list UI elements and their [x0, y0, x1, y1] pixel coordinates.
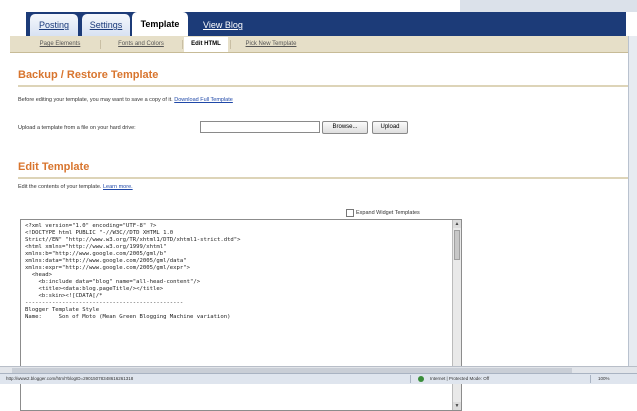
upload-label: Upload a template from a file on your ha… — [18, 125, 136, 131]
expand-widget-templates-checkbox[interactable] — [346, 209, 354, 217]
internet-zone-globe-icon — [418, 376, 424, 382]
tab-settings[interactable]: Settings — [82, 14, 130, 36]
code-line: xmlns:b="http://www.google.com/2005/gml/… — [25, 251, 167, 257]
code-line: xmlns:expr="http://www.google.com/2005/g… — [25, 265, 191, 271]
subtab-divider — [230, 40, 231, 49]
edit-intro-text: Edit the contents of your template. — [18, 184, 102, 190]
backup-intro-text: Before editing your template, you may wa… — [18, 97, 173, 103]
template-editor-page: Backup / Restore Template Before editing… — [10, 53, 635, 411]
code-line: ----------------------------------------… — [25, 300, 184, 306]
section-divider — [18, 177, 628, 179]
code-line: <b:skin><![CDATA[/* — [25, 293, 103, 299]
subtab-edit-html[interactable]: Edit HTML — [184, 37, 228, 52]
scroll-down-arrow-icon[interactable]: ▼ — [453, 402, 461, 410]
code-line: xmlns:data="http://www.google.com/2005/g… — [25, 258, 187, 264]
tab-posting[interactable]: Posting — [30, 14, 78, 36]
status-divider — [590, 375, 591, 383]
status-security-zone: Internet | Protected Mode: Off — [430, 376, 490, 381]
edit-template-heading: Edit Template — [18, 161, 90, 173]
scroll-up-arrow-icon[interactable]: ▲ — [453, 220, 461, 228]
code-line: <!DOCTYPE html PUBLIC "-//W3C//DTD XHTML… — [25, 230, 174, 236]
code-line: Blogger Template Style — [25, 307, 100, 313]
window-corner — [460, 0, 637, 12]
upload-button[interactable]: Upload — [372, 121, 408, 134]
code-line: <head> — [25, 272, 52, 278]
section-divider — [18, 85, 628, 87]
code-line: Strict//EN" "http://www.w3.org/TR/xhtml1… — [25, 237, 241, 243]
status-url: http://www2.blogger.com/html?blogID=2901… — [6, 376, 134, 381]
browser-status-bar: http://www2.blogger.com/html?blogID=2901… — [0, 373, 637, 384]
browse-button[interactable]: Browse... — [322, 121, 368, 134]
status-divider — [410, 375, 411, 383]
edit-intro: Edit the contents of your template. Lear… — [18, 184, 133, 190]
subtab-pick-new-template[interactable]: Pick New Template — [232, 37, 310, 51]
expand-widget-templates-label: Expand Widget Templates — [356, 210, 420, 216]
status-zoom-level[interactable]: 100% — [598, 376, 610, 381]
editor-scroll-thumb[interactable] — [454, 230, 460, 260]
code-line: <html xmlns="http://www.w3.org/1999/xhtm… — [25, 244, 167, 250]
code-line: Name: Son of Moto (Mean Green Blogging M… — [25, 314, 231, 320]
code-line: <title><data:blog.pageTitle/></title> — [25, 286, 164, 292]
backup-intro: Before editing your template, you may wa… — [18, 97, 233, 103]
subtab-page-elements[interactable]: Page Elements — [22, 37, 98, 51]
download-full-template-link[interactable]: Download Full Template — [174, 97, 233, 103]
template-file-input[interactable] — [200, 121, 320, 133]
learn-more-link[interactable]: Learn more. — [103, 184, 133, 190]
template-sub-navigation: Page Elements Fonts and Colors Edit HTML… — [10, 36, 635, 53]
window-vertical-scrollbar[interactable] — [628, 36, 637, 366]
backup-restore-heading: Backup / Restore Template — [18, 69, 159, 81]
code-line: <?xml version="1.0" encoding="UTF-8" ?> — [25, 223, 157, 229]
code-line: <b:include data="blog" name="all-head-co… — [25, 279, 201, 285]
blogger-top-navigation: Posting Settings Template View Blog — [0, 0, 637, 36]
subtab-fonts-and-colors[interactable]: Fonts and Colors — [102, 37, 180, 51]
subtab-divider — [100, 40, 101, 49]
subtab-divider — [182, 40, 183, 49]
tab-template[interactable]: Template — [132, 12, 188, 36]
view-blog-link[interactable]: View Blog — [203, 14, 243, 36]
